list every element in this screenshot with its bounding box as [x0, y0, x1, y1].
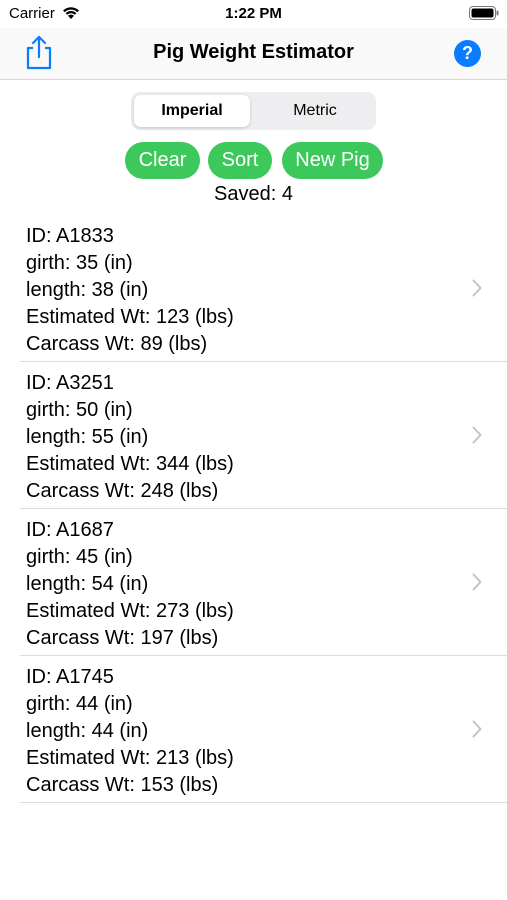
pig-row[interactable]: ID: A1745 girth: 44 (in) length: 44 (in)… [20, 656, 507, 803]
pig-row[interactable]: ID: A3251 girth: 50 (in) length: 55 (in)… [20, 362, 507, 509]
pig-girth: girth: 44 (in) [26, 693, 133, 715]
chevron-right-icon [472, 720, 482, 738]
pig-estimated-weight: Estimated Wt: 123 (lbs) [26, 306, 234, 328]
share-icon[interactable] [22, 34, 56, 72]
pig-estimated-weight: Estimated Wt: 344 (lbs) [26, 453, 234, 475]
pig-length: length: 54 (in) [26, 573, 149, 595]
pig-estimated-weight: Estimated Wt: 273 (lbs) [26, 600, 234, 622]
segment-metric[interactable]: Metric [257, 95, 373, 127]
new-pig-button[interactable]: New Pig [282, 142, 383, 179]
status-time: 1:22 PM [225, 5, 282, 22]
chevron-right-icon [472, 573, 482, 591]
pig-id: ID: A1833 [26, 225, 114, 247]
pig-id: ID: A1745 [26, 666, 114, 688]
pig-list: ID: A1833 girth: 35 (in) length: 38 (in)… [0, 215, 507, 803]
pig-carcass-weight: Carcass Wt: 153 (lbs) [26, 774, 219, 796]
nav-bar: Pig Weight Estimator ? [0, 28, 507, 80]
saved-count: Saved: 4 [214, 183, 293, 205]
pig-id: ID: A1687 [26, 519, 114, 541]
pig-carcass-weight: Carcass Wt: 197 (lbs) [26, 627, 219, 649]
pig-row[interactable]: ID: A1687 girth: 45 (in) length: 54 (in)… [20, 509, 507, 656]
units-segmented-control: Imperial Metric [131, 92, 376, 130]
pig-girth: girth: 50 (in) [26, 399, 133, 421]
page-title: Pig Weight Estimator [153, 41, 354, 63]
status-bar: Carrier 1:22 PM [0, 0, 507, 28]
pig-length: length: 38 (in) [26, 279, 149, 301]
pig-estimated-weight: Estimated Wt: 213 (lbs) [26, 747, 234, 769]
chevron-right-icon [472, 279, 482, 297]
battery-icon [469, 6, 499, 20]
pig-id: ID: A3251 [26, 372, 114, 394]
pig-length: length: 55 (in) [26, 426, 149, 448]
pig-carcass-weight: Carcass Wt: 89 (lbs) [26, 333, 208, 355]
clear-button[interactable]: Clear [125, 142, 200, 179]
pig-length: length: 44 (in) [26, 720, 149, 742]
chevron-right-icon [472, 426, 482, 444]
segment-imperial[interactable]: Imperial [134, 95, 250, 127]
pig-girth: girth: 45 (in) [26, 546, 133, 568]
pig-girth: girth: 35 (in) [26, 252, 133, 274]
pig-row[interactable]: ID: A1833 girth: 35 (in) length: 38 (in)… [20, 215, 507, 362]
help-button[interactable]: ? [454, 40, 481, 67]
pig-carcass-weight: Carcass Wt: 248 (lbs) [26, 480, 219, 502]
sort-button[interactable]: Sort [208, 142, 272, 179]
